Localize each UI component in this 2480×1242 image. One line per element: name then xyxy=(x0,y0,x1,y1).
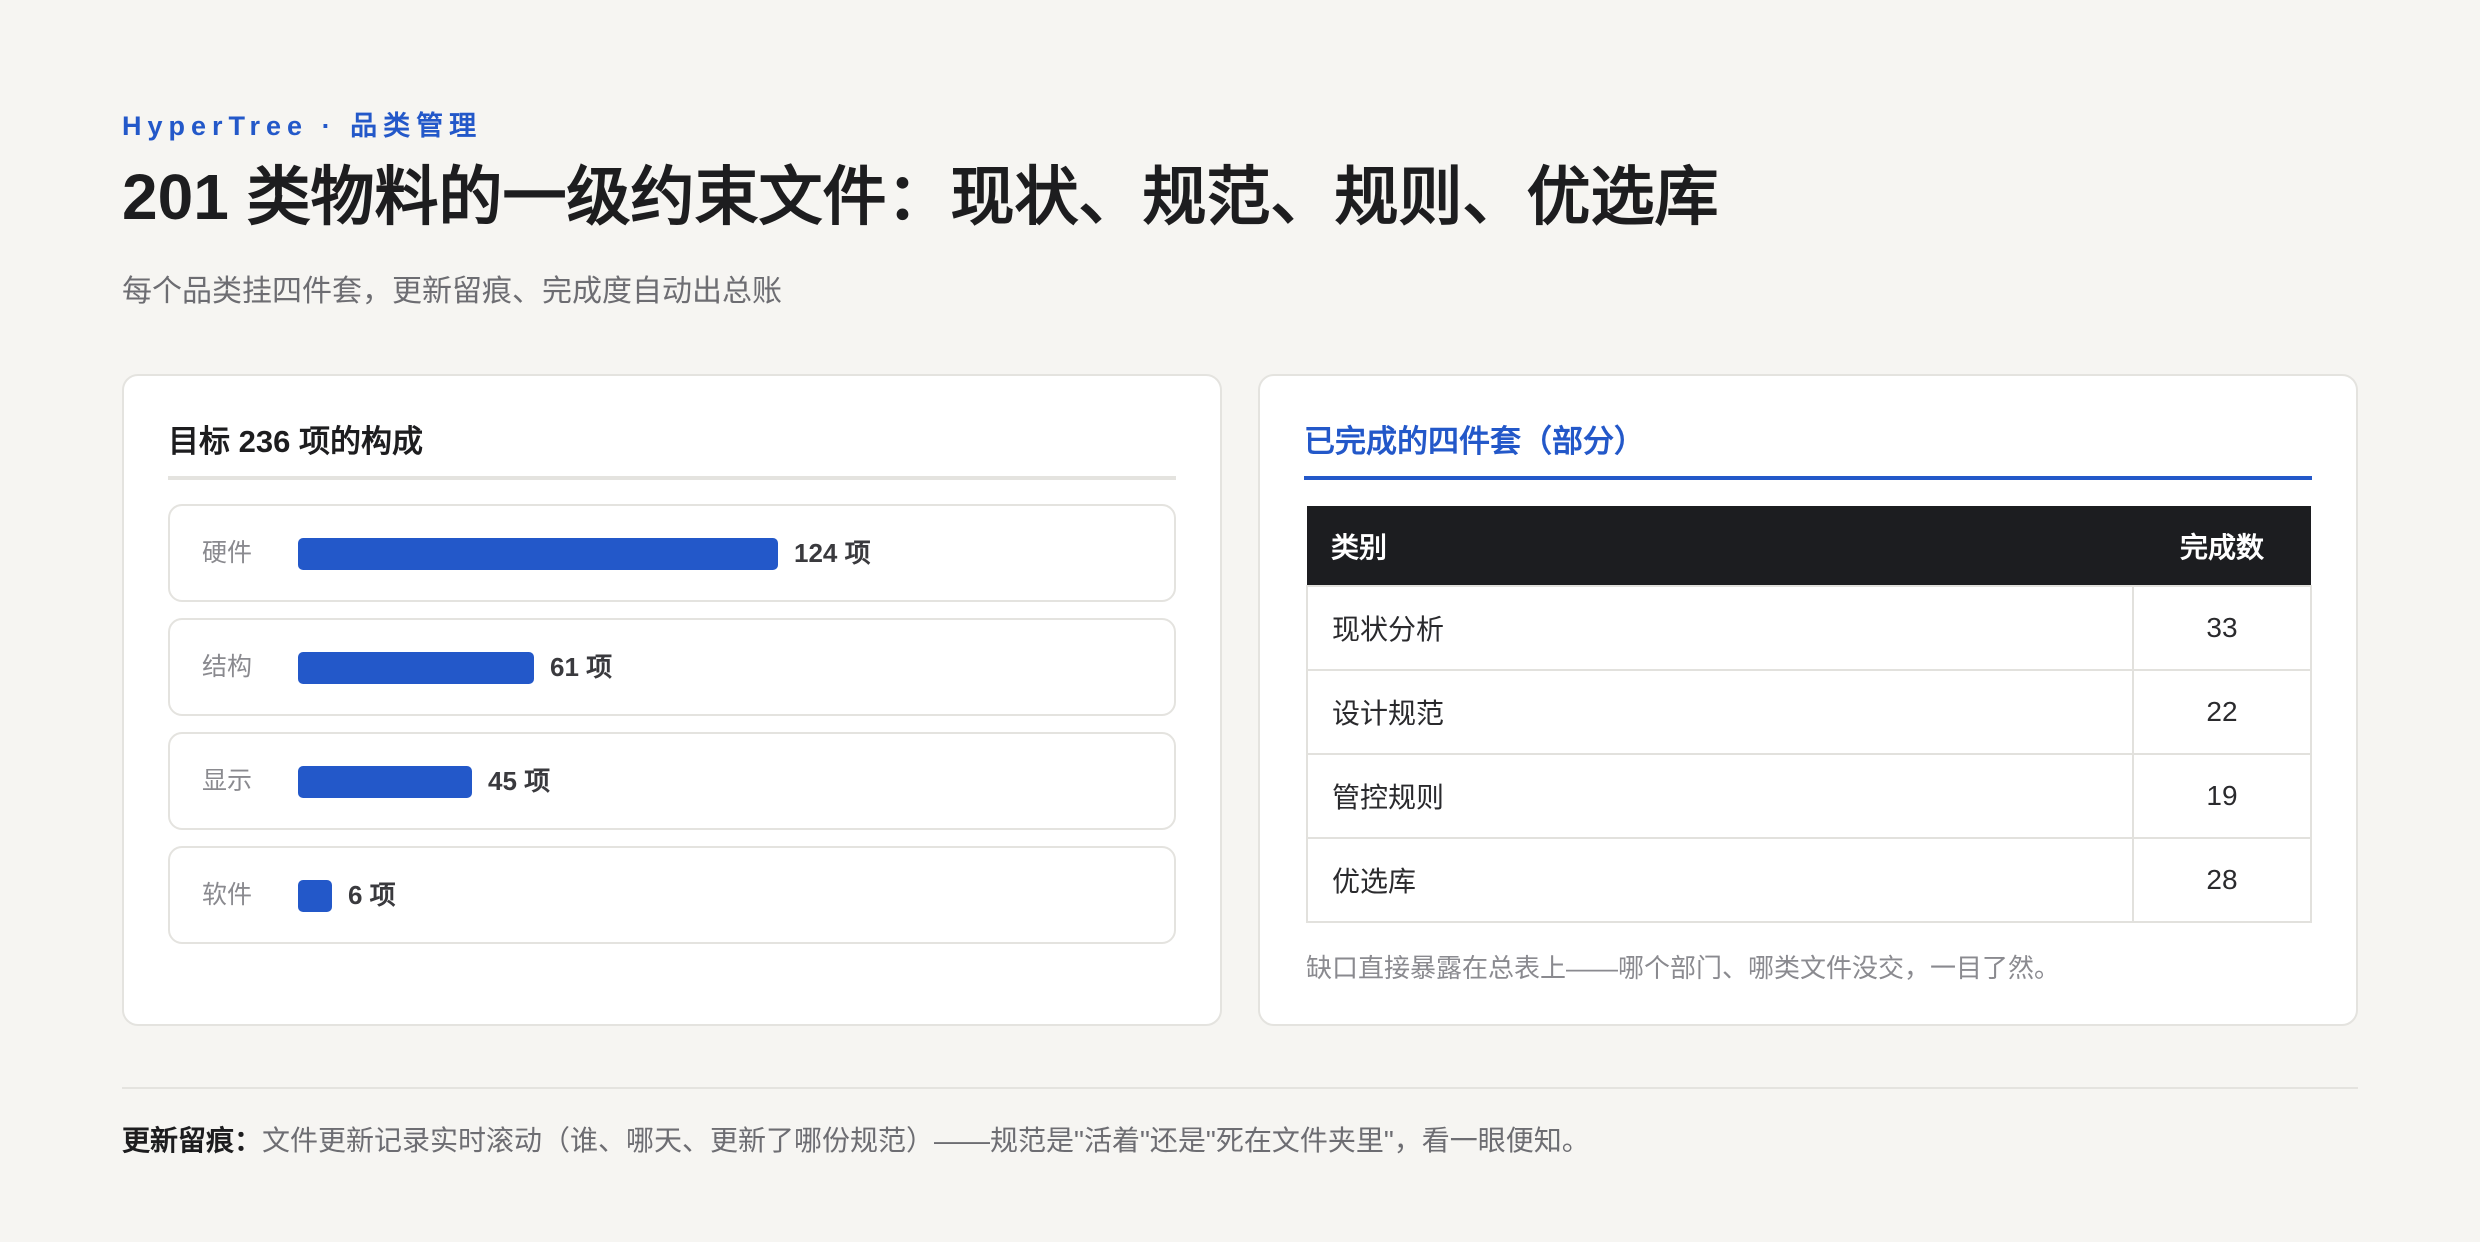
footer-divider xyxy=(122,1087,2358,1089)
bar-row-structure: 结构 61 项 xyxy=(168,618,1176,716)
table-row: 管控规则 19 xyxy=(1306,753,2312,839)
table-header-row: 类别 完成数 xyxy=(1307,506,2311,586)
completed-table: 类别 完成数 现状分析 33 设计规范 22 管控规则 19 优选库 28 xyxy=(1306,506,2312,923)
cell-count: 33 xyxy=(2132,585,2312,671)
cell-count: 19 xyxy=(2132,753,2312,839)
table-row: 现状分析 33 xyxy=(1306,585,2312,671)
bar-row-display: 显示 45 项 xyxy=(168,732,1176,830)
eyebrow-label: HyperTree · 品类管理 xyxy=(122,111,483,141)
cell-category: 现状分析 xyxy=(1306,585,2134,671)
bar-value: 124 项 xyxy=(794,538,871,568)
cell-category: 优选库 xyxy=(1306,837,2134,923)
bar-fill xyxy=(298,652,534,684)
completed-card-title: 已完成的四件套（部分） xyxy=(1304,416,2312,480)
bar-value: 45 项 xyxy=(488,766,551,796)
bar-label: 结构 xyxy=(202,653,253,681)
composition-card: 目标 236 项的构成 硬件 124 项 结构 61 项 显示 45 项 软件 … xyxy=(122,374,1222,1026)
column-header-category: 类别 xyxy=(1307,506,2133,586)
table-row: 优选库 28 xyxy=(1306,837,2312,923)
bar-value: 61 项 xyxy=(550,652,613,682)
bar-row-software: 软件 6 项 xyxy=(168,846,1176,944)
cell-count: 28 xyxy=(2132,837,2312,923)
cell-category: 管控规则 xyxy=(1306,753,2134,839)
bar-fill xyxy=(298,880,332,912)
bar-fill xyxy=(298,538,778,570)
bar-value: 6 项 xyxy=(348,880,396,910)
table-row: 设计规范 22 xyxy=(1306,669,2312,755)
footer-text: 文件更新记录实时滚动（谁、哪天、更新了哪份规范）——规范是"活着"还是"死在文件… xyxy=(262,1125,1590,1156)
composition-card-title: 目标 236 项的构成 xyxy=(168,416,1176,480)
bar-label: 软件 xyxy=(202,881,253,909)
gap-note: 缺口直接暴露在总表上——哪个部门、哪类文件没交，一目了然。 xyxy=(1306,953,2061,983)
cell-count: 22 xyxy=(2132,669,2312,755)
cell-category: 设计规范 xyxy=(1306,669,2134,755)
bar-label: 硬件 xyxy=(202,539,253,567)
completed-card: 已完成的四件套（部分） 类别 完成数 现状分析 33 设计规范 22 管控规则 … xyxy=(1258,374,2358,1026)
bar-label: 显示 xyxy=(202,767,253,795)
footer-note: 更新留痕：文件更新记录实时滚动（谁、哪天、更新了哪份规范）——规范是"活着"还是… xyxy=(122,1119,1590,1159)
footer-label: 更新留痕： xyxy=(122,1125,263,1156)
bar-fill xyxy=(298,766,472,798)
bar-row-hardware: 硬件 124 项 xyxy=(168,504,1176,602)
page-title: 201 类物料的一级约束文件：现状、规范、规则、优选库 xyxy=(122,161,1719,233)
column-header-count: 完成数 xyxy=(2133,506,2311,586)
page-subtitle: 每个品类挂四件套，更新留痕、完成度自动出总账 xyxy=(122,275,782,308)
